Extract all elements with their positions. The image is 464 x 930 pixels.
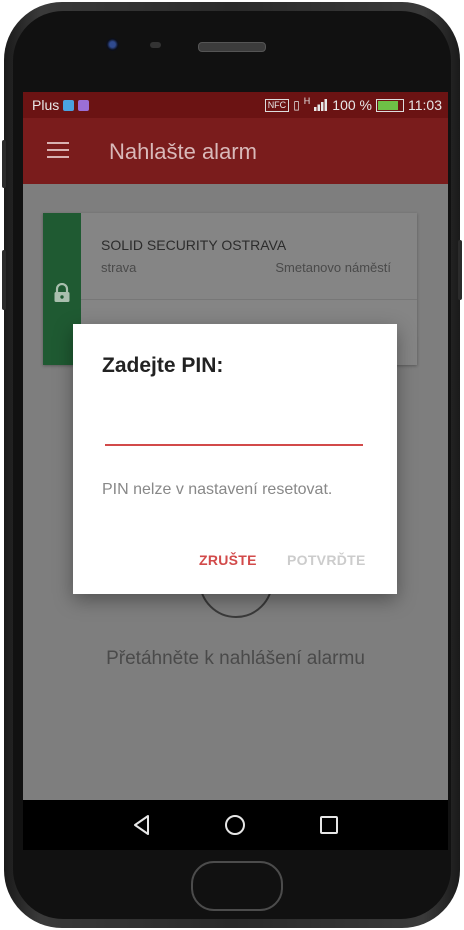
object-name: SOLID SECURITY OSTRAVA [101,237,287,253]
sensor-icon [150,42,161,48]
volume-button [2,140,6,188]
hardware-home-button[interactable] [191,861,283,911]
power-button [458,240,462,300]
cancel-button[interactable]: ZRUŠTE [199,552,257,568]
battery-percent: 100 % [332,97,372,113]
pin-dialog: Zadejte PIN: PIN nelze v nastavení reset… [73,324,397,594]
pin-input[interactable] [105,408,363,446]
carrier-label: Plus [32,97,60,113]
status-bar: Plus NFC ▯ H 100 % 11:03 [23,92,448,118]
back-triangle-icon[interactable] [127,810,157,840]
hamburger-icon[interactable] [47,142,69,158]
navigation-bar [23,800,448,850]
lock-icon [54,283,70,302]
dialog-title: Zadejte PIN: [102,354,224,377]
app-bar: Nahlašte alarm [23,118,448,184]
signal-icon [314,99,328,111]
page-title: Nahlašte alarm [109,139,257,164]
battery-icon [376,98,404,112]
recents-square-icon[interactable] [314,810,344,840]
notification-icon [63,99,75,111]
card-divider [81,299,417,300]
swipe-hint: Přetáhněte k nahlášení alarmu [106,648,365,669]
confirm-button[interactable]: POTVRĎTE [287,552,366,568]
clock: 11:03 [408,97,442,113]
alert-slider [2,250,6,310]
object-city: strava [101,260,137,275]
home-circle-icon[interactable] [220,810,250,840]
nfc-icon: NFC [264,98,290,112]
object-street: Smetanovo náměstí [275,260,391,275]
vibrate-icon: ▯ [293,98,300,112]
notification-icon [78,99,90,111]
dialog-message: PIN nelze v nastavení resetovat. [102,481,333,498]
earpiece-speaker [198,42,266,52]
front-camera-icon [106,38,119,51]
network-type-label: H [303,96,311,106]
screen: Plus NFC ▯ H 100 % 11:03 Nahlašte alarm [23,92,448,800]
